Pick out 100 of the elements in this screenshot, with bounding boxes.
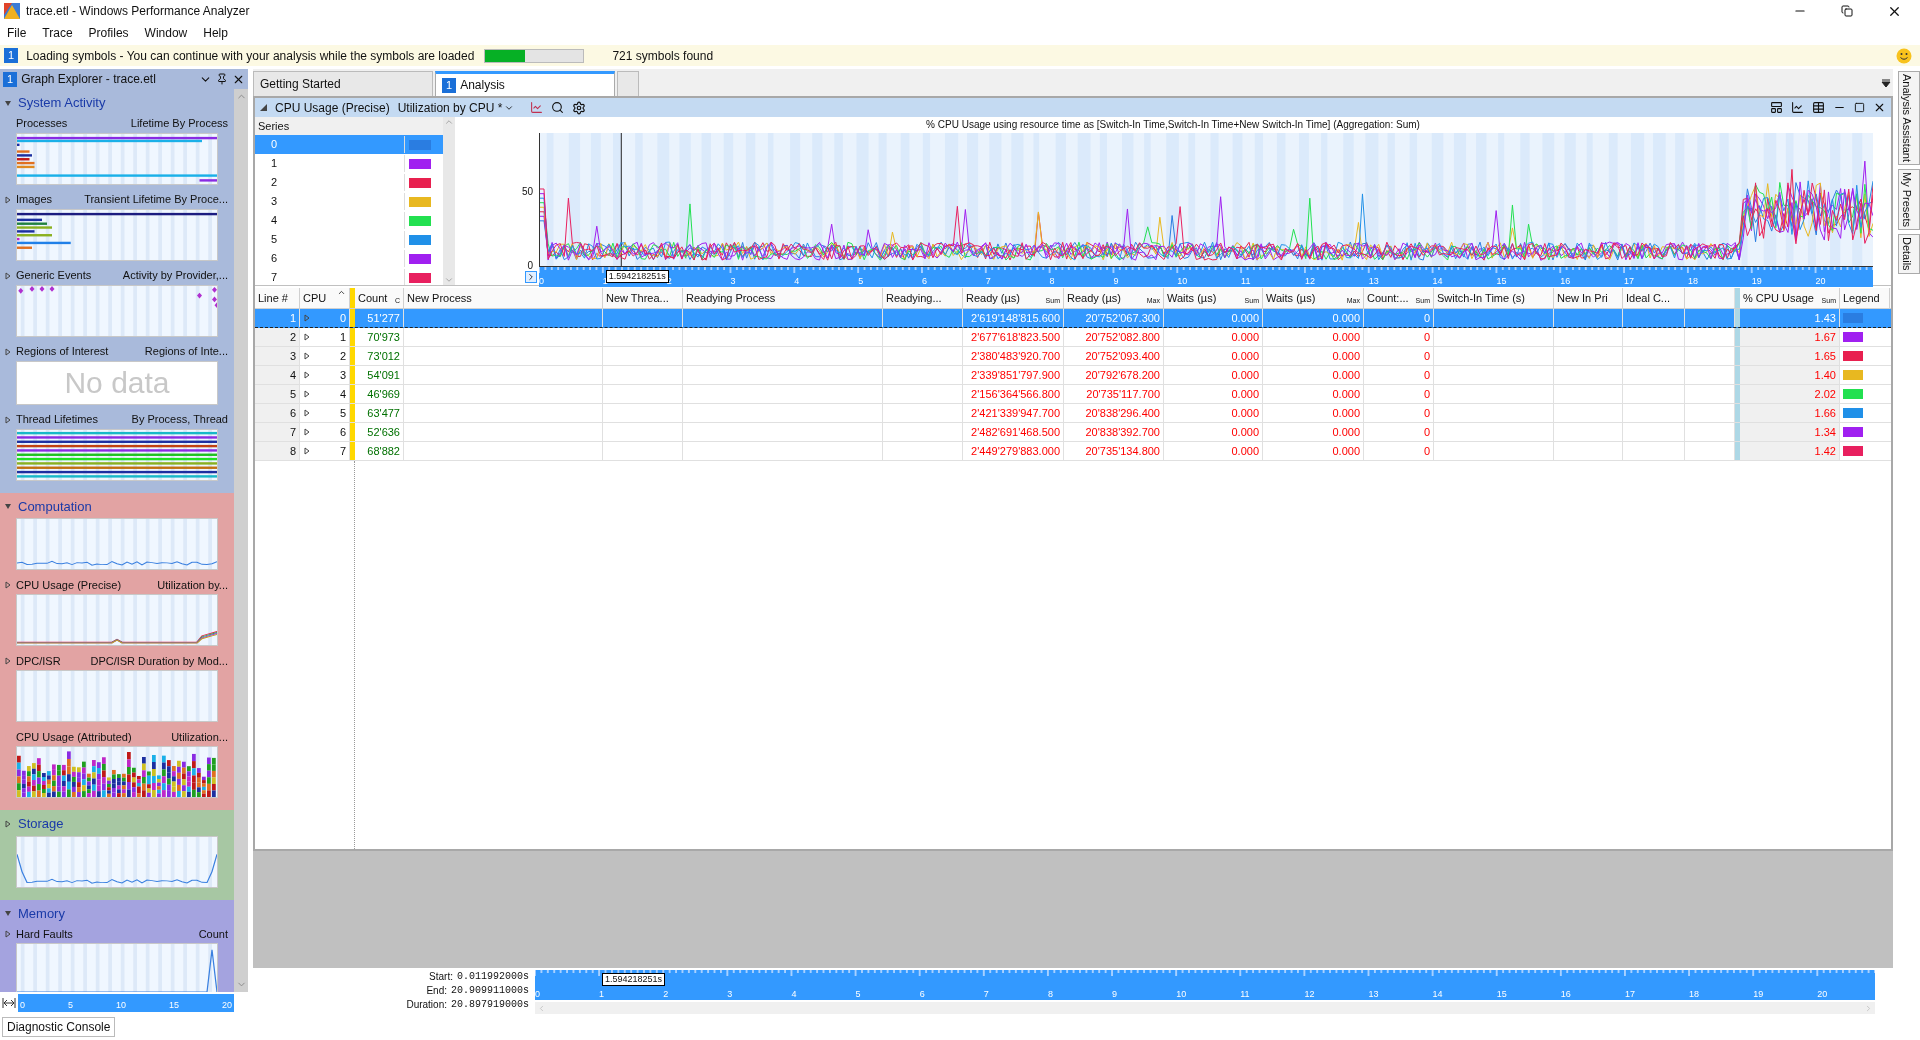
chart-type-icon[interactable] [530,101,544,114]
series-row[interactable]: 4 [255,211,443,230]
expand-icon[interactable] [4,819,12,828]
search-icon[interactable] [551,101,565,114]
column-header[interactable]: Legend [1840,288,1890,308]
graph-thumbnail[interactable] [16,284,218,337]
column-header[interactable]: Readying... [883,288,963,308]
menu-item[interactable]: Help [203,23,228,42]
table-cell: 0 [1364,309,1434,327]
expand-icon[interactable] [303,333,311,341]
expand-icon[interactable] [303,352,311,360]
time-ruler[interactable]: 0 1 2 3 4 5 6 7 8 9 10 11 12 13 14 15 16 17 18 19 20 1.594218251s [535,970,1875,1000]
fit-width-icon[interactable] [2,997,16,1009]
table-row[interactable]: 8 7 68'882 2'449'279'883.000 20'735'134.800 0.000 0.000 0 1.42 [255,442,1891,461]
document-tab[interactable]: 1 Analysis [435,71,615,96]
tick-label: 8 [1049,276,1055,288]
table-row[interactable]: 7 6 52'636 2'482'691'468.500 20'838'392.700 0.000 0.000 0 1.34 [255,423,1891,442]
expand-icon[interactable] [4,415,12,424]
tick-label: 10 [115,998,126,1012]
graph-and-table-icon[interactable] [1770,101,1783,114]
collapse-icon[interactable] [4,98,12,107]
category-title[interactable]: Memory [18,903,65,923]
expand-icon[interactable] [525,271,537,284]
settings-icon[interactable] [572,100,587,115]
expand-icon[interactable] [4,581,12,589]
graph-thumbnail[interactable] [16,208,218,261]
tick-label: 1 [602,276,608,288]
table-cell: 0.000 [1164,385,1263,403]
menu-caret-icon[interactable] [1881,78,1891,88]
table-cell: 0 [1364,404,1434,422]
table-row[interactable]: 5 4 46'969 2'156'364'566.800 20'735'117.700 0.000 0.000 0 2.02 [255,385,1891,404]
graph-thumbnail[interactable] [16,670,218,722]
column-header[interactable]: New In Pri [1554,288,1623,308]
graph-thumbnail[interactable] [16,132,218,185]
table-row[interactable]: 2 1 70'973 2'677'618'823.500 20'752'082.800 0.000 0.000 0 1.67 [255,328,1891,347]
restore-icon[interactable] [1841,5,1853,17]
expand-icon[interactable] [4,347,12,356]
expand-icon[interactable] [303,428,311,436]
column-header[interactable]: Line # [255,288,300,308]
table-cell: 1.67 [1740,328,1840,346]
expand-icon[interactable] [303,409,311,417]
side-tab[interactable]: Analysis Assistant [1898,71,1920,166]
graph-only-icon[interactable] [1791,101,1804,114]
column-header[interactable]: Ideal C... [1623,288,1685,308]
table-row[interactable]: 6 5 63'477 2'421'339'947.700 20'838'296.400 0.000 0.000 0 1.66 [255,404,1891,423]
menu-item[interactable]: File [7,23,27,42]
side-tab[interactable]: Details [1898,234,1920,274]
table-cell: 1.40 [1740,366,1840,384]
series-row[interactable]: 2 [255,173,443,192]
expand-icon[interactable] [4,657,12,665]
category-title[interactable]: Computation [18,496,92,516]
expand-icon[interactable] [4,271,12,280]
table-row[interactable]: 4 3 54'091 2'339'851'797.900 20'792'678.200 0.000 0.000 0 1.40 [255,366,1891,385]
tick-label: 6 [919,989,925,1000]
expand-icon[interactable] [4,195,12,204]
timeline-value: 20.897919000s [451,998,529,1012]
collapse-icon[interactable] [260,104,267,111]
menu-item[interactable]: Profiles [88,23,129,42]
series-row[interactable]: 1 [255,154,443,173]
graph-thumbnail[interactable] [16,428,218,481]
expand-icon[interactable] [303,371,311,379]
graph-thumbnail[interactable] [16,943,218,992]
table-cell: 2'380'483'920.700 [963,347,1064,365]
close-icon[interactable] [1873,101,1886,114]
table-cell: 0 [1364,328,1434,346]
pin-icon[interactable] [216,73,228,85]
collapse-icon[interactable] [4,502,12,511]
tick-label: 15 [168,998,179,1012]
diagnostic-console-button[interactable]: Diagnostic Console [2,1017,116,1037]
graph-thumbnail[interactable] [16,518,218,570]
expand-icon[interactable] [303,390,311,398]
series-row[interactable]: 6 [255,249,443,268]
table-row[interactable]: 3 2 73'012 2'380'483'920.700 20'752'093.400 0.000 0.000 0 1.65 [255,347,1891,366]
series-row[interactable]: 3 [255,192,443,211]
series-row[interactable]: 5 [255,230,443,249]
category-title[interactable]: Storage [18,814,64,834]
graph-thumbnail[interactable] [16,594,218,646]
menu-item[interactable]: Window [144,23,188,42]
collapse-icon[interactable] [4,909,12,918]
expand-icon[interactable] [4,930,12,938]
graph-title: CPU Usage (Precise) [16,577,123,593]
expand-icon[interactable] [303,447,311,455]
menu-item[interactable]: Trace [42,23,73,42]
series-row[interactable]: 7 [255,268,443,285]
column-header[interactable]: New Process [404,288,603,308]
tick-label: 17 [1624,989,1635,1000]
maximize-icon[interactable] [1854,102,1865,113]
table-only-icon[interactable] [1812,101,1825,114]
column-header[interactable]: New Threa... [603,288,683,308]
preset-dropdown[interactable]: Utilization by CPU * [397,98,515,117]
graph-thumbnail[interactable] [16,835,218,888]
tick-label: 10 [1177,276,1188,288]
category-title[interactable]: System Activity [18,93,106,113]
graph-thumbnail[interactable] [16,746,218,798]
column-header[interactable]: Readying Process [683,288,883,308]
column-header[interactable]: Switch-In Time (s) [1434,288,1554,308]
smiley-icon[interactable] [1896,47,1912,64]
column-header-label: Legend [1843,290,1880,306]
side-tab[interactable]: My Presets [1898,169,1920,231]
document-tab[interactable]: Getting Started [253,71,433,96]
